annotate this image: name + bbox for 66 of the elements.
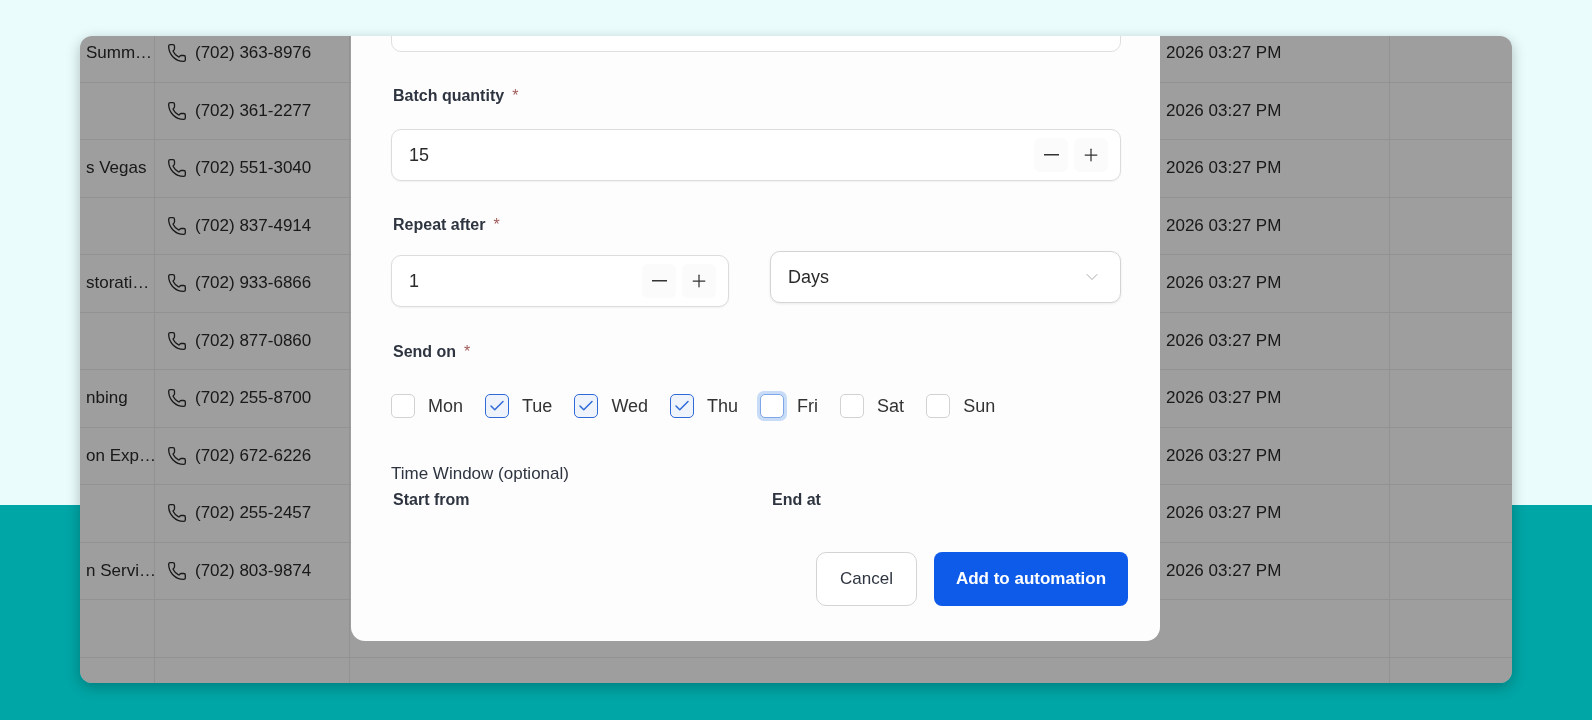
- table-cell: Summ…: [86, 43, 153, 64]
- phone-icon: [167, 158, 187, 179]
- add-to-automation-button[interactable]: Add to automation: [934, 552, 1128, 606]
- phone-icon: [167, 503, 187, 524]
- table-cell: (702) 255-2457: [195, 503, 312, 524]
- phone-icon: [167, 560, 187, 581]
- unit-select[interactable]: Days: [770, 251, 1121, 303]
- number-field[interactable]: 1: [391, 255, 729, 307]
- table-cell: (702) 363-8976: [195, 43, 312, 64]
- table-cell: nbing: [86, 388, 128, 409]
- phone-icon: [167, 388, 187, 409]
- table-cell: 2026 03:27 PM: [1166, 215, 1282, 236]
- phone-icon: [167, 273, 187, 294]
- table-cell: (702) 255-8700: [195, 388, 312, 409]
- table-cell: storati…: [86, 273, 150, 294]
- table-cell: 2026 03:27 PM: [1166, 330, 1282, 351]
- required-mark: *: [493, 215, 500, 235]
- increment-button[interactable]: [682, 264, 716, 298]
- day-checkbox[interactable]: Wed: [574, 394, 649, 418]
- required-mark: *: [512, 86, 519, 106]
- day-checkbox[interactable]: Thu: [670, 394, 739, 418]
- field-label: Repeat after: [393, 215, 486, 235]
- minus-icon: [1043, 154, 1059, 156]
- table-cell: 2026 03:27 PM: [1166, 503, 1282, 524]
- phone-icon: [167, 445, 187, 466]
- phone-icon: [167, 215, 187, 236]
- section-title: Time Window (optional): [391, 464, 570, 484]
- table-cell: (702) 672-6226: [195, 445, 312, 466]
- day-checkbox[interactable]: Fri: [760, 394, 819, 418]
- field-label: Batch quantity: [393, 86, 505, 106]
- table-cell: (702) 551-3040: [195, 158, 312, 179]
- checkbox[interactable]: [670, 394, 695, 418]
- cancel-button[interactable]: Cancel: [816, 552, 917, 606]
- phone-icon: [167, 43, 187, 64]
- table-cell: (702) 933-6866: [195, 273, 312, 294]
- phone-icon: [167, 330, 187, 351]
- table-cell: (702) 877-0860: [195, 330, 312, 351]
- day-checkbox[interactable]: Sat: [840, 394, 905, 418]
- decrement-button[interactable]: [642, 264, 676, 298]
- table-cell: on Exp…: [86, 445, 154, 466]
- table-cell: (702) 361-2277: [195, 100, 312, 121]
- day-checkbox[interactable]: Tue: [485, 394, 553, 418]
- day-checkbox[interactable]: Mon: [391, 394, 463, 418]
- table-cell: 2026 03:27 PM: [1166, 43, 1282, 64]
- phone-icon: [167, 100, 187, 121]
- table-cell: 2026 03:27 PM: [1166, 560, 1282, 581]
- table-cell: 2026 03:27 PM: [1166, 388, 1282, 409]
- field-label: End at: [772, 490, 822, 510]
- table-cell: 2026 03:27 PM: [1166, 158, 1282, 179]
- increment-button[interactable]: [1074, 138, 1108, 172]
- field-label: Send on: [393, 342, 457, 362]
- minus-icon: [651, 280, 667, 282]
- table-cell: (702) 837-4914: [195, 215, 312, 236]
- table-cell: 2026 03:27 PM: [1166, 100, 1282, 121]
- table-cell: s Vegas: [86, 158, 147, 179]
- checkbox[interactable]: [485, 394, 509, 418]
- checkbox[interactable]: [574, 394, 599, 418]
- number-field[interactable]: 15: [391, 129, 1121, 181]
- table-cell: 2026 03:27 PM: [1166, 273, 1282, 294]
- required-mark: *: [464, 342, 471, 362]
- table-cell: (702) 803-9874: [195, 560, 312, 581]
- field-label: Start from: [393, 490, 471, 510]
- table-cell: n Servi…: [86, 560, 154, 581]
- table-cell: 2026 03:27 PM: [1166, 445, 1282, 466]
- day-checkbox[interactable]: Sun: [926, 394, 996, 418]
- decrement-button[interactable]: [1034, 138, 1068, 172]
